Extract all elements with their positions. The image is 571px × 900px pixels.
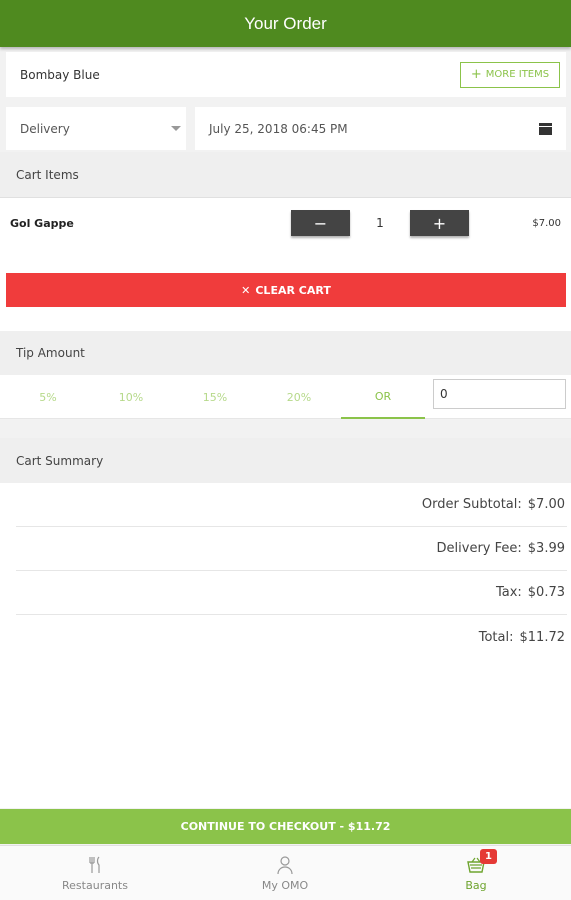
restaurant-name: Bombay Blue [20, 67, 100, 82]
delivery-fee-row: Delivery Fee: $3.99 [16, 527, 567, 571]
item-name: Gol Gappe [10, 216, 74, 230]
restaurant-bar: Bombay Blue + MORE ITEMS [6, 52, 566, 97]
tip-option-15[interactable]: 15% [173, 375, 257, 419]
item-price: $7.00 [532, 217, 561, 229]
decrease-quantity-button[interactable]: − [291, 210, 350, 236]
datetime-value: July 25, 2018 06:45 PM [209, 121, 348, 136]
clear-cart-button[interactable]: ✕ CLEAR CART [6, 273, 566, 307]
cart-items-heading: Cart Items [0, 152, 571, 197]
calendar-icon[interactable] [539, 122, 552, 135]
close-icon: ✕ [241, 283, 251, 297]
app-header: Your Order [0, 0, 571, 47]
fork-knife-icon [89, 856, 100, 873]
list-item: Gol Gappe − 1 + $7.00 [0, 208, 571, 238]
more-items-label: MORE ITEMS [485, 69, 550, 80]
tax-row: Tax: $0.73 [16, 571, 567, 615]
tip-options: 5% 10% 15% 20% OR [0, 375, 571, 419]
clear-cart-label: CLEAR CART [255, 283, 331, 297]
delivery-fee-label: Delivery Fee: [436, 541, 522, 556]
tip-option-or[interactable]: OR [341, 375, 425, 419]
total-row: Total: $11.72 [16, 615, 567, 659]
total-label: Total: [478, 629, 514, 645]
tip-option-20[interactable]: 20% [257, 375, 341, 419]
custom-tip-input[interactable] [433, 379, 566, 409]
tip-option-5[interactable]: 5% [6, 375, 90, 419]
tip-amount-heading: Tip Amount [0, 331, 571, 375]
delivery-fee-value: $3.99 [527, 541, 565, 556]
tax-value: $0.73 [527, 585, 565, 600]
cart-summary-heading: Cart Summary [0, 438, 571, 483]
tip-option-10[interactable]: 10% [89, 375, 173, 419]
bag-count-badge: 1 [480, 849, 497, 864]
increase-quantity-button[interactable]: + [410, 210, 469, 236]
plus-icon: + [470, 67, 482, 82]
total-value: $11.72 [519, 629, 566, 645]
subtotal-label: Order Subtotal: [421, 497, 522, 512]
datetime-picker[interactable]: July 25, 2018 06:45 PM [195, 107, 566, 150]
nav-bag-label: Bag [465, 879, 487, 892]
tax-label: Tax: [495, 585, 522, 600]
cart-list: Gol Gappe − 1 + $7.00 [0, 197, 571, 332]
more-items-button[interactable]: + MORE ITEMS [460, 61, 560, 88]
order-mode-value: Delivery [20, 121, 70, 136]
order-mode-select[interactable]: Delivery [6, 107, 186, 150]
minus-icon: − [313, 213, 328, 233]
plus-icon: + [432, 213, 447, 233]
subtotal-row: Order Subtotal: $7.00 [16, 483, 567, 527]
nav-bag[interactable]: 1 Bag [381, 846, 571, 900]
nav-my-omo[interactable]: My OMO [190, 846, 380, 900]
page-title: Your Order [244, 13, 327, 33]
cart-summary: Order Subtotal: $7.00 Delivery Fee: $3.9… [0, 483, 571, 808]
nav-restaurants-label: Restaurants [62, 879, 128, 892]
checkout-button[interactable]: CONTINUE TO CHECKOUT - $11.72 [0, 809, 571, 844]
item-quantity: 1 [376, 216, 384, 230]
subtotal-value: $7.00 [527, 497, 565, 512]
chevron-down-icon [171, 126, 181, 131]
nav-restaurants[interactable]: Restaurants [0, 846, 190, 900]
person-icon [277, 856, 293, 875]
nav-my-omo-label: My OMO [261, 879, 309, 892]
basket-icon: 1 [466, 849, 497, 875]
bottom-navigation: Restaurants My OMO 1 Bag [0, 845, 571, 900]
